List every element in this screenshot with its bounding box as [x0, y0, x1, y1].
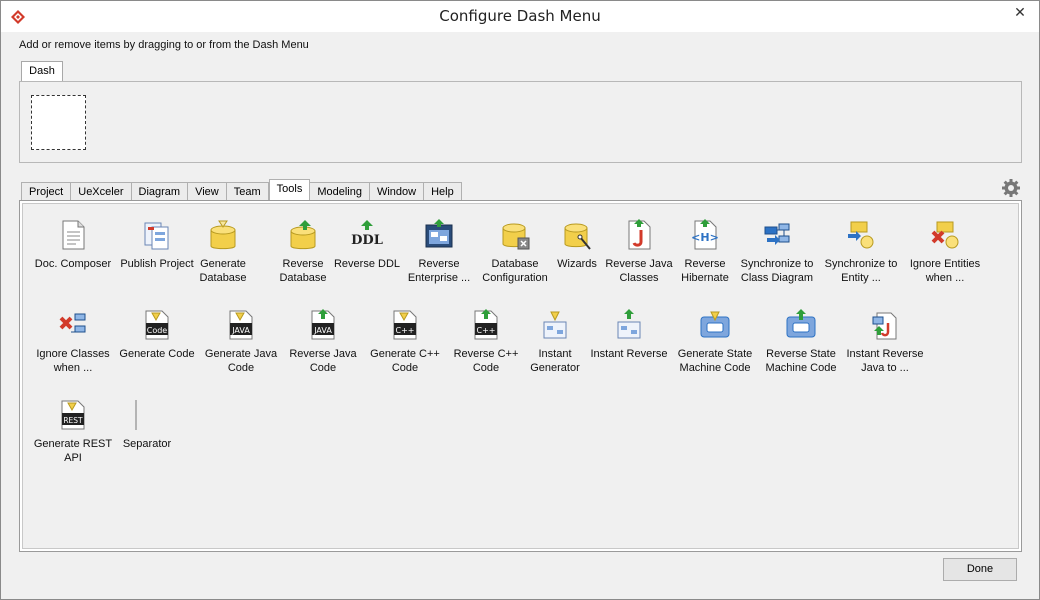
instant-generator-icon	[543, 311, 567, 339]
item-instant-reverse-java[interactable]: Instant Reverse Java to ...	[843, 308, 927, 375]
generate-java-code-icon: JAVA	[229, 310, 253, 340]
ddl-text: DDL	[351, 233, 383, 248]
item-instant-reverse[interactable]: Instant Reverse	[587, 308, 671, 361]
configure-dash-menu-dialog: Configure Dash Menu ✕ Add or remove item…	[0, 0, 1040, 600]
tab-dash[interactable]: Dash	[21, 61, 63, 81]
ignore-classes-icon	[59, 313, 86, 333]
tab-uexceler[interactable]: UeXceler	[71, 182, 132, 201]
item-label: Reverse Enterprise ...	[407, 258, 471, 284]
code-text: Code	[147, 326, 168, 335]
sync-class-diagram-icon	[764, 223, 790, 245]
done-button[interactable]: Done	[943, 558, 1017, 581]
generate-rest-api-icon: REST	[61, 400, 85, 430]
item-label: Generate Java Code	[204, 348, 278, 374]
tab-diagram[interactable]: Diagram	[131, 182, 189, 201]
tab-help[interactable]: Help	[424, 182, 462, 201]
instruction-text: Add or remove items by dragging to or fr…	[19, 39, 309, 51]
ignore-entities-icon	[931, 221, 959, 249]
item-generate-database[interactable]: Generate Database	[181, 218, 265, 285]
tools-items-area: Doc. Composer Publish Project Generate D…	[22, 203, 1019, 549]
item-ignore-entities[interactable]: Ignore Entities when ...	[903, 218, 987, 285]
instant-reverse-icon	[617, 309, 641, 339]
title-bar: Configure Dash Menu ✕	[1, 1, 1039, 32]
reverse-database-icon	[290, 220, 316, 250]
cpp-text: C++	[396, 326, 415, 335]
java-text: JAVA	[313, 326, 332, 335]
item-generate-code[interactable]: Code Generate Code	[115, 308, 199, 361]
svg-text:<H>: <H>	[691, 231, 719, 244]
generate-state-machine-icon	[700, 311, 730, 338]
dash-menu-panel	[19, 81, 1022, 163]
item-label: Instant Reverse	[590, 348, 668, 360]
reverse-hibernate-icon: <H>	[691, 219, 719, 250]
item-generate-state-machine[interactable]: Generate State Machine Code	[673, 308, 757, 375]
item-generate-rest-api[interactable]: REST Generate REST API	[31, 398, 115, 465]
dash-drop-target[interactable]	[31, 95, 86, 150]
reverse-cpp-code-icon: C++	[474, 309, 498, 340]
instant-reverse-java-icon	[872, 312, 897, 340]
item-label: Synchronize to Class Diagram	[740, 258, 814, 284]
tools-items-panel: Doc. Composer Publish Project Generate D…	[19, 200, 1022, 552]
reverse-java-classes-icon	[628, 219, 651, 250]
item-label: Separator	[122, 438, 172, 450]
reverse-java-code-icon: JAVA	[311, 309, 335, 340]
item-instant-generator[interactable]: Instant Generator	[513, 308, 597, 375]
item-label: Instant Reverse Java to ...	[846, 348, 924, 374]
publish-project-icon	[144, 222, 169, 250]
item-separator[interactable]: Separator	[105, 398, 189, 451]
generate-code-icon: Code	[145, 310, 169, 340]
wizards-icon	[564, 223, 591, 250]
item-label: Generate Database	[199, 258, 247, 284]
window-title: Configure Dash Menu	[439, 7, 601, 25]
item-sync-class-diagram[interactable]: Synchronize to Class Diagram	[735, 218, 819, 285]
item-doc-composer[interactable]: Doc. Composer	[31, 218, 115, 271]
sync-entity-icon	[848, 221, 874, 249]
separator-icon	[135, 400, 137, 430]
tab-team[interactable]: Team	[226, 182, 269, 201]
category-tabs: Project UeXceler Diagram View Team Tools…	[21, 179, 462, 202]
item-label: Instant Generator	[530, 348, 580, 374]
doc-composer-icon	[62, 220, 85, 250]
item-label: Reverse Java Code	[289, 348, 357, 374]
item-reverse-java-code[interactable]: JAVA Reverse Java Code	[281, 308, 365, 375]
reverse-ddl-icon: DDL	[351, 220, 383, 248]
item-label: Ignore Entities when ...	[909, 258, 981, 284]
item-label: Generate Code	[119, 348, 195, 360]
item-label: Doc. Composer	[34, 258, 112, 270]
item-label: Ignore Classes when ...	[36, 348, 110, 374]
item-label: Generate State Machine Code	[677, 348, 753, 374]
rest-text: REST	[63, 416, 83, 425]
tab-tools[interactable]: Tools	[268, 179, 311, 201]
tab-modeling[interactable]: Modeling	[310, 182, 370, 201]
database-configuration-icon	[502, 223, 530, 250]
tab-view[interactable]: View	[188, 182, 227, 201]
cpp-text: C++	[477, 326, 496, 335]
java-text: JAVA	[231, 326, 250, 335]
tab-window[interactable]: Window	[369, 182, 425, 201]
item-label: Reverse State Machine Code	[765, 348, 837, 374]
item-reverse-state-machine[interactable]: Reverse State Machine Code	[759, 308, 843, 375]
item-generate-cpp-code[interactable]: C++ Generate C++ Code	[363, 308, 447, 375]
reverse-state-machine-icon	[786, 309, 816, 338]
item-label: Generate REST API	[33, 438, 113, 464]
reverse-enterprise-icon	[425, 219, 453, 248]
item-reverse-enterprise[interactable]: Reverse Enterprise ...	[397, 218, 481, 285]
item-label: Generate C++ Code	[370, 348, 440, 374]
item-ignore-classes[interactable]: Ignore Classes when ...	[31, 308, 115, 375]
close-button[interactable]: ✕	[1001, 1, 1039, 23]
gear-icon[interactable]	[1001, 178, 1021, 198]
tab-project[interactable]: Project	[21, 182, 72, 201]
generate-database-icon	[210, 220, 236, 250]
generate-cpp-code-icon: C++	[393, 310, 417, 340]
item-sync-entity[interactable]: Synchronize to Entity ...	[819, 218, 903, 285]
item-label: Synchronize to Entity ...	[824, 258, 898, 284]
item-generate-java-code[interactable]: JAVA Generate Java Code	[199, 308, 283, 375]
